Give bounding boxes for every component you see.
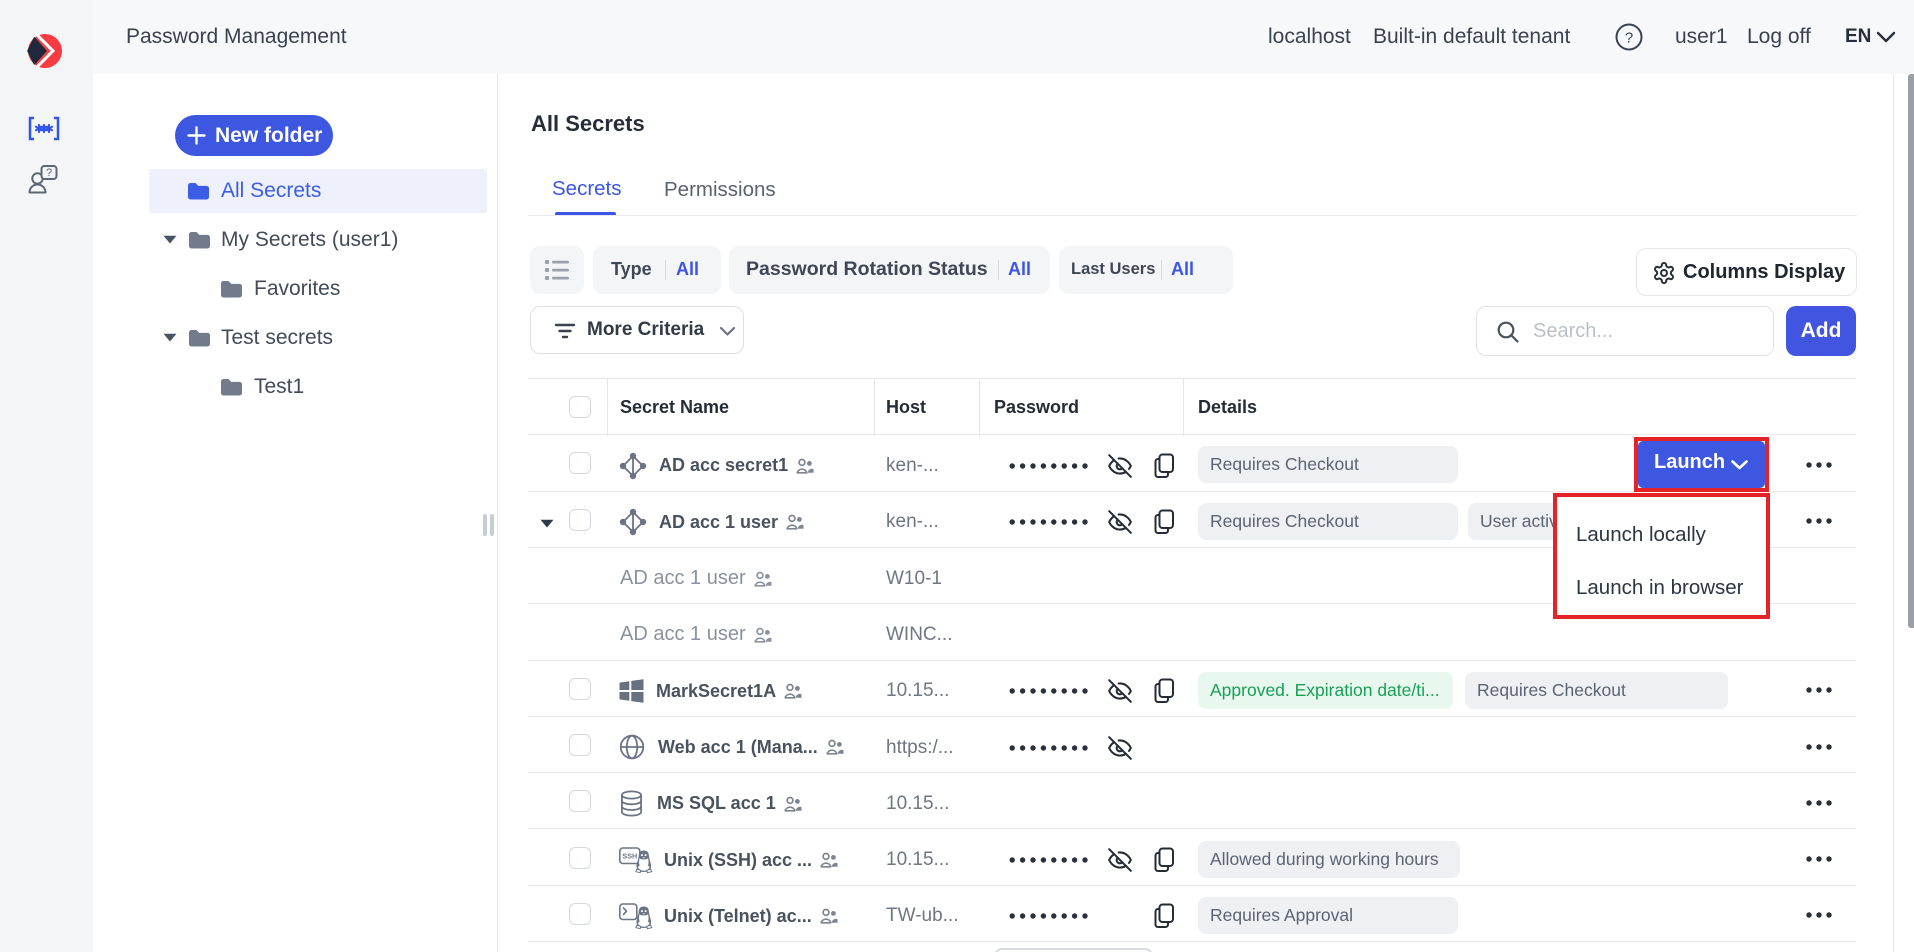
svg-text:?: ? xyxy=(46,167,52,179)
svg-text:SSH: SSH xyxy=(622,851,637,860)
svg-text:?: ? xyxy=(1625,30,1633,47)
